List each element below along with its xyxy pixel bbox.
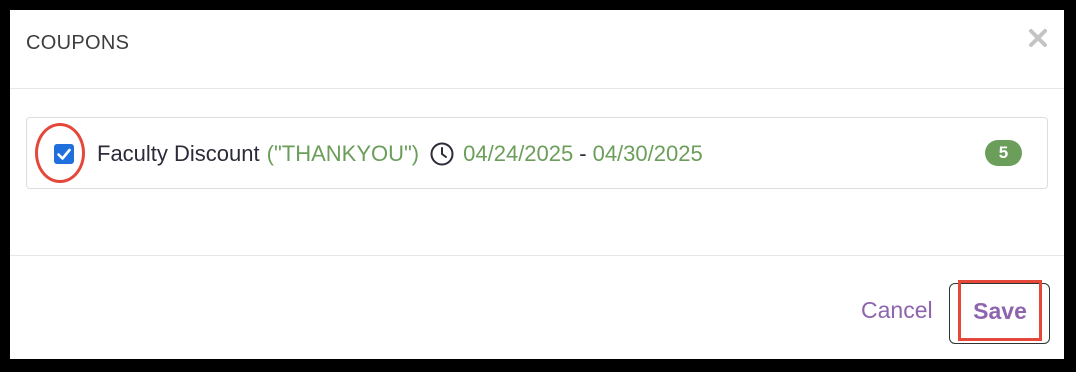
end-date: 04/30/2025 bbox=[592, 141, 703, 166]
coupon-details: Faculty Discount ("THANKYOU") 04/24/2025… bbox=[97, 139, 703, 169]
coupon-checkbox[interactable] bbox=[54, 144, 74, 164]
coupon-name: Faculty Discount bbox=[97, 141, 260, 166]
modal-header: COUPONS bbox=[10, 10, 1064, 89]
close-icon bbox=[1029, 29, 1047, 47]
close-button[interactable] bbox=[1026, 26, 1050, 50]
modal-title: COUPONS bbox=[26, 32, 130, 54]
count-badge: 5 bbox=[985, 140, 1022, 166]
check-icon bbox=[57, 148, 71, 160]
start-date: 04/24/2025 bbox=[463, 141, 574, 166]
date-separator: - bbox=[579, 141, 587, 166]
cancel-button[interactable]: Cancel bbox=[861, 297, 933, 324]
clock-icon bbox=[430, 142, 454, 166]
save-button[interactable]: Save bbox=[958, 280, 1042, 341]
coupon-code: ("THANKYOU") bbox=[266, 141, 420, 166]
coupon-item: Faculty Discount ("THANKYOU") 04/24/2025… bbox=[26, 117, 1048, 189]
modal-footer: Cancel Save bbox=[10, 255, 1064, 360]
coupons-modal: COUPONS Faculty Discount ("THANKYOU") 04… bbox=[10, 10, 1064, 359]
